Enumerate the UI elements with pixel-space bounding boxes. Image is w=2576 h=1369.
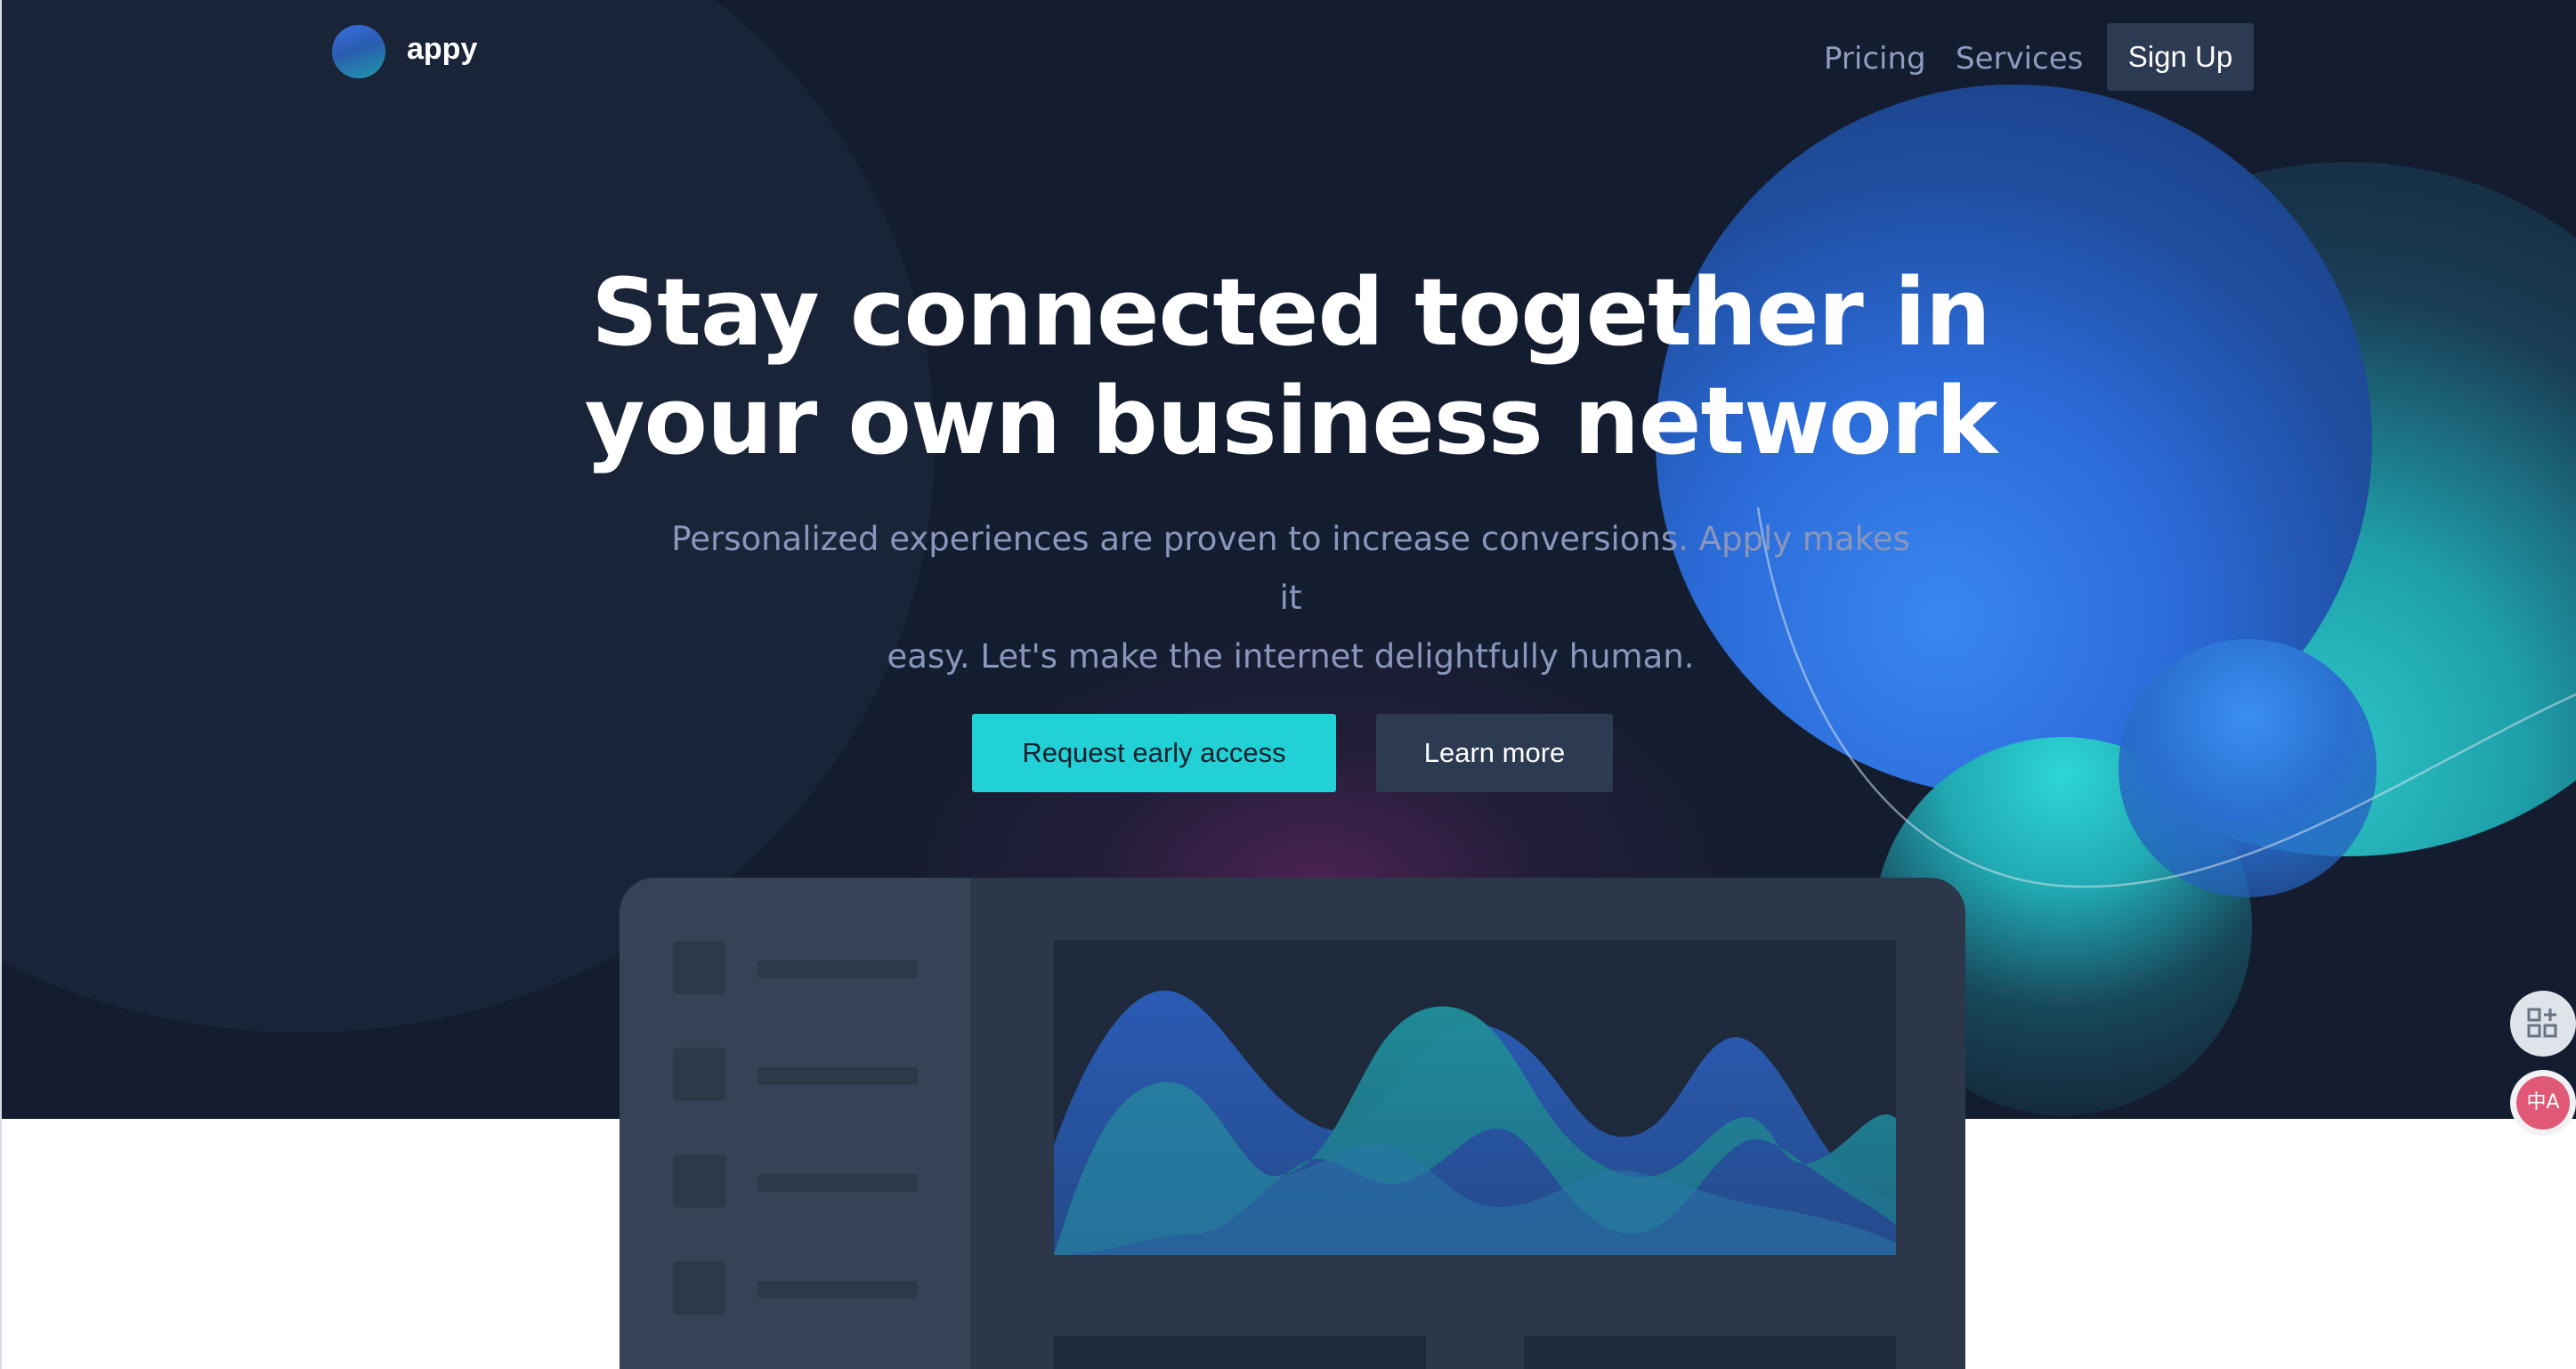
mockup-placeholder-icon bbox=[673, 941, 726, 994]
nav-link-pricing[interactable]: Pricing bbox=[1824, 41, 1926, 77]
mockup-sidebar-item bbox=[673, 1048, 922, 1101]
apps-add-icon[interactable] bbox=[2510, 991, 2576, 1057]
brand-name[interactable]: appy bbox=[407, 32, 477, 67]
mockup-placeholder-icon bbox=[673, 1154, 726, 1208]
nav-link-services[interactable]: Services bbox=[1956, 41, 2083, 77]
mockup-placeholder-icon bbox=[673, 1048, 726, 1101]
mockup-wave-graphic bbox=[1054, 990, 1896, 1255]
learn-more-button[interactable]: Learn more bbox=[1376, 714, 1613, 792]
mockup-placeholder-line bbox=[757, 960, 918, 978]
mockup-sidebar-item bbox=[673, 941, 922, 994]
hero-headline-line-1: Stay connected together in bbox=[591, 258, 1990, 367]
hero-headline: Stay connected together in your own busi… bbox=[498, 258, 2083, 475]
mockup-bottom-panel bbox=[1524, 1336, 1896, 1369]
request-early-access-button[interactable]: Request early access bbox=[972, 714, 1336, 792]
landing-page: appy Pricing Services Sign Up Stay conne… bbox=[0, 0, 2576, 1369]
mockup-sidebar-item bbox=[673, 1154, 922, 1208]
translate-icon: 中A bbox=[2516, 1076, 2570, 1130]
hero-subtitle-line-2: easy. Let's make the internet delightful… bbox=[887, 637, 1695, 676]
sign-up-button[interactable]: Sign Up bbox=[2107, 23, 2254, 91]
translate-button[interactable]: 中A bbox=[2510, 1070, 2576, 1136]
window-edge bbox=[0, 0, 2, 1369]
top-navbar: appy Pricing Services Sign Up bbox=[0, 0, 2576, 116]
dashboard-mockup-illustration bbox=[620, 878, 1965, 1369]
grid-plus-icon bbox=[2527, 1008, 2557, 1038]
mockup-placeholder-icon bbox=[673, 1261, 726, 1315]
mockup-sidebar-item bbox=[673, 1261, 922, 1315]
brand-logo-icon[interactable] bbox=[332, 25, 385, 78]
mockup-sidebar bbox=[620, 878, 970, 1369]
mockup-placeholder-line bbox=[757, 1281, 918, 1299]
mockup-placeholder-line bbox=[757, 1067, 918, 1085]
hero-headline-line-2: your own business network bbox=[584, 367, 1997, 475]
mockup-bottom-panel bbox=[1054, 1336, 1426, 1369]
hero-subtitle-line-1: Personalized experiences are proven to i… bbox=[671, 520, 1910, 617]
mockup-placeholder-line bbox=[757, 1174, 918, 1192]
mockup-chart-panel bbox=[1054, 940, 1896, 1255]
hero-subtitle: Personalized experiences are proven to i… bbox=[659, 510, 1923, 686]
